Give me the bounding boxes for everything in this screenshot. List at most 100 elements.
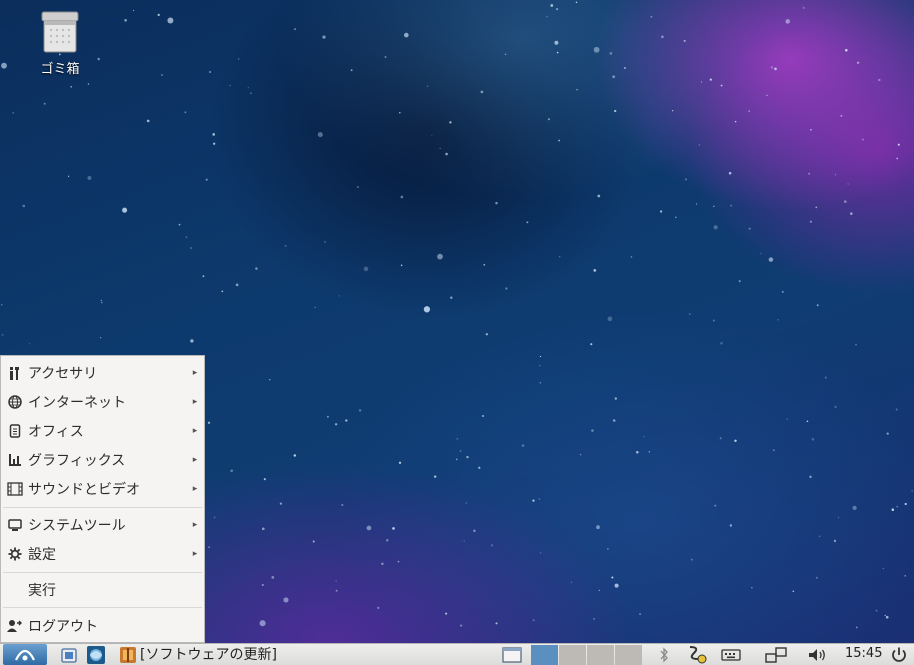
star <box>904 502 907 506</box>
star <box>99 336 102 339</box>
star <box>481 414 485 418</box>
power-button[interactable] <box>888 644 910 665</box>
star <box>855 344 857 346</box>
star <box>760 252 762 255</box>
star <box>911 490 913 492</box>
star <box>100 301 103 304</box>
star <box>271 576 275 579</box>
star <box>363 266 369 272</box>
star <box>124 18 127 22</box>
star <box>455 458 458 461</box>
menu-item-sound-video[interactable]: サウンドとビデオ ▸ <box>1 476 204 502</box>
star <box>312 540 315 543</box>
star <box>766 94 768 97</box>
task-window-title[interactable]: [ソフトウェアの更新] <box>140 646 277 664</box>
menu-item-office[interactable]: オフィス ▸ <box>1 418 204 444</box>
application-menu: アクセサリ ▸ インターネット ▸ オフィス ▸ グラフィックス ▸ サウンドと… <box>0 355 205 643</box>
star <box>400 195 404 199</box>
star <box>398 461 402 464</box>
star <box>648 451 651 453</box>
star <box>385 538 389 542</box>
star <box>185 236 188 239</box>
star <box>341 503 344 507</box>
star <box>546 15 548 18</box>
star <box>593 269 597 272</box>
network-status-icon[interactable] <box>684 644 710 665</box>
star <box>719 437 722 440</box>
star <box>202 275 205 278</box>
star <box>70 85 73 88</box>
task-app-icon[interactable] <box>118 644 138 665</box>
trash-icon <box>41 11 79 53</box>
menu-item-system-tools[interactable]: システムツール ▸ <box>1 512 204 538</box>
star <box>478 466 481 469</box>
star <box>834 405 837 409</box>
star <box>431 134 433 136</box>
star <box>875 609 878 612</box>
workspace-1[interactable] <box>531 645 558 665</box>
star <box>862 138 864 141</box>
star <box>426 85 429 88</box>
bluetooth-icon[interactable] <box>656 644 672 665</box>
trash-label: ゴミ箱 <box>40 62 80 77</box>
star <box>87 176 92 180</box>
menu-item-run[interactable]: 実行 <box>1 577 204 603</box>
star <box>698 144 700 146</box>
star <box>532 619 535 622</box>
volume-icon[interactable] <box>806 644 828 665</box>
star <box>521 444 525 447</box>
file-manager-launcher[interactable] <box>58 644 80 665</box>
star <box>178 223 181 226</box>
star <box>770 66 774 69</box>
star <box>230 469 233 473</box>
star <box>730 204 733 207</box>
menu-item-settings[interactable]: 設定 ▸ <box>1 541 204 567</box>
menu-item-logout[interactable]: ログアウト <box>1 613 204 639</box>
star <box>377 606 380 610</box>
monitor-icon <box>7 517 23 533</box>
star <box>261 583 264 587</box>
keyboard-icon[interactable] <box>720 644 742 665</box>
workspace-2[interactable] <box>559 645 586 665</box>
star <box>345 419 348 422</box>
star <box>358 409 362 412</box>
star <box>1 304 3 306</box>
star <box>690 558 693 561</box>
browser-launcher[interactable] <box>84 644 108 665</box>
start-menu-button[interactable] <box>3 644 47 665</box>
star <box>397 560 400 563</box>
submenu-arrow-icon: ▸ <box>192 455 198 465</box>
star <box>684 178 687 181</box>
show-desktop-button[interactable] <box>500 644 524 665</box>
star <box>712 205 715 208</box>
menu-item-graphics[interactable]: グラフィックス ▸ <box>1 447 204 473</box>
star <box>495 201 498 205</box>
menu-label: インターネット <box>28 395 126 411</box>
menu-item-accessories[interactable]: アクセサリ ▸ <box>1 360 204 386</box>
trash-desktop-icon[interactable]: ゴミ箱 <box>30 10 90 77</box>
star <box>540 552 542 554</box>
browser-icon <box>87 645 105 664</box>
accessories-icon <box>7 365 23 381</box>
star <box>816 304 819 307</box>
star <box>598 589 600 592</box>
display-settings-icon[interactable] <box>764 644 788 665</box>
menu-item-internet[interactable]: インターネット ▸ <box>1 389 204 415</box>
star <box>335 589 338 592</box>
workspace-3[interactable] <box>587 645 614 665</box>
star <box>781 290 784 294</box>
star <box>463 540 465 542</box>
star <box>671 110 674 112</box>
lubuntu-logo-icon <box>15 649 35 661</box>
star <box>614 583 619 588</box>
star <box>576 89 578 91</box>
star <box>895 408 898 411</box>
star <box>636 451 639 454</box>
star <box>840 114 843 117</box>
star <box>550 4 554 7</box>
software-updater-icon <box>120 646 136 663</box>
clock[interactable]: 15:45 <box>845 646 882 661</box>
star <box>609 52 613 55</box>
workspace-4[interactable] <box>615 645 642 665</box>
submenu-arrow-icon: ▸ <box>192 549 198 559</box>
